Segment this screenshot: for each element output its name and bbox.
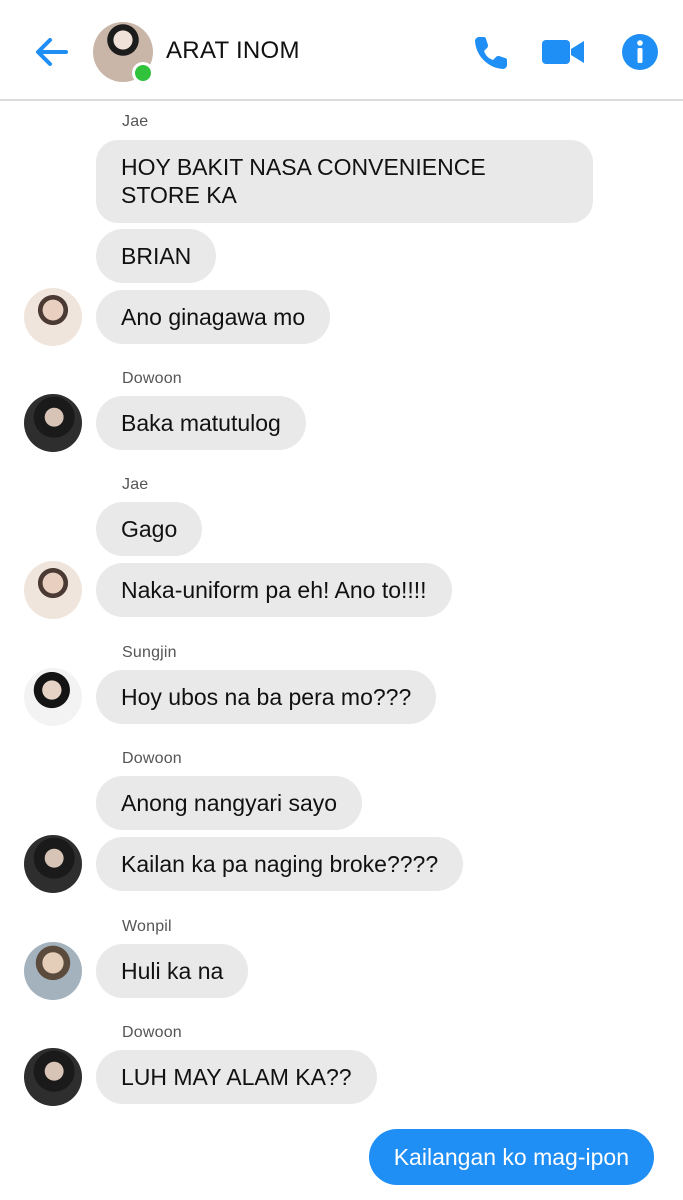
avatar-jae[interactable] bbox=[24, 288, 82, 346]
message-bubble[interactable]: Gago bbox=[96, 502, 203, 556]
sender-name: Wonpil bbox=[122, 918, 172, 935]
sender-name: Dowoon bbox=[122, 1024, 182, 1041]
sender-name: Jae bbox=[122, 476, 149, 493]
info-button[interactable] bbox=[618, 30, 662, 74]
message-bubble[interactable]: Anong nangyari sayo bbox=[96, 776, 363, 830]
sender-name: Dowoon bbox=[122, 750, 182, 767]
message-bubble[interactable]: Hoy ubos na ba pera mo??? bbox=[96, 670, 437, 724]
avatar-dowoon[interactable] bbox=[24, 1048, 82, 1106]
message-bubble[interactable]: Naka-uniform pa eh! Ano to!!!! bbox=[96, 563, 452, 617]
phone-icon bbox=[475, 37, 507, 69]
info-icon bbox=[622, 34, 658, 70]
chat-header: ARAT INOM bbox=[0, 0, 683, 101]
message-bubble[interactable]: HOY BAKIT NASA CONVENIENCE STORE KA bbox=[96, 140, 593, 223]
video-camera-icon bbox=[542, 40, 584, 64]
sender-name: Sungjin bbox=[122, 644, 177, 661]
back-arrow-icon bbox=[36, 38, 68, 66]
message-bubble[interactable]: LUH MAY ALAM KA?? bbox=[96, 1050, 377, 1104]
video-call-button[interactable] bbox=[541, 30, 585, 74]
sender-name: Jae bbox=[122, 113, 149, 130]
call-button[interactable] bbox=[470, 30, 514, 74]
message-thread[interactable]: Jae HOY BAKIT NASA CONVENIENCE STORE KA … bbox=[0, 103, 683, 1200]
message-bubble[interactable]: Kailan ka pa naging broke???? bbox=[96, 837, 464, 891]
own-message-bubble[interactable]: Kailangan ko mag-ipon bbox=[368, 1129, 654, 1185]
sender-name: Dowoon bbox=[122, 370, 182, 387]
avatar-jae[interactable] bbox=[24, 561, 82, 619]
avatar-sungjin[interactable] bbox=[24, 668, 82, 726]
message-bubble[interactable]: Baka matutulog bbox=[96, 396, 306, 450]
message-bubble[interactable]: Ano ginagawa mo bbox=[96, 290, 331, 344]
avatar-dowoon[interactable] bbox=[24, 394, 82, 452]
chat-title[interactable]: ARAT INOM bbox=[166, 37, 300, 65]
back-button[interactable] bbox=[30, 30, 74, 74]
message-bubble[interactable]: Huli ka na bbox=[96, 944, 249, 998]
avatar-dowoon[interactable] bbox=[24, 835, 82, 893]
avatar-wonpil[interactable] bbox=[24, 942, 82, 1000]
online-status-dot bbox=[132, 62, 154, 84]
message-bubble[interactable]: BRIAN bbox=[96, 229, 217, 283]
